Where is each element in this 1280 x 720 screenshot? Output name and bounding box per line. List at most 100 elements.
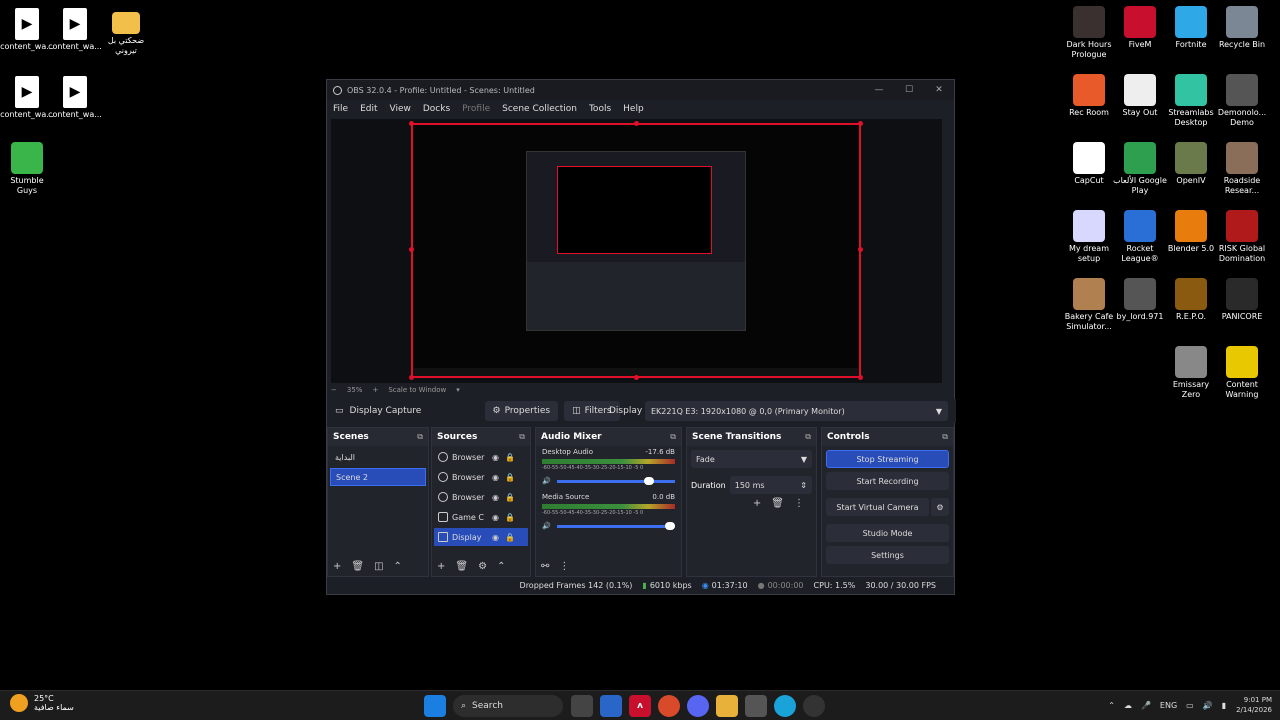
copilot-icon[interactable] <box>600 695 622 717</box>
desktop-icon[interactable]: FiveM <box>1113 6 1167 50</box>
trash-icon[interactable]: 🗑 <box>455 561 468 572</box>
up-icon[interactable]: ⌃ <box>497 561 505 572</box>
language-indicator[interactable]: ENG <box>1160 701 1177 710</box>
battery-icon[interactable]: ▮ <box>1222 701 1226 710</box>
more-icon[interactable]: ⋮ <box>794 498 804 509</box>
desktop-icon[interactable]: Dark Hours Prologue <box>1062 6 1116 60</box>
volume-slider[interactable] <box>556 476 675 485</box>
menu-tools[interactable]: Tools <box>589 104 611 114</box>
desktop-icon[interactable]: Recycle Bin <box>1215 6 1269 50</box>
desktop-icon[interactable]: Fortnite <box>1164 6 1218 50</box>
search-box[interactable]: ⌕ Search <box>453 695 563 717</box>
transition-select[interactable]: Fade ▼ <box>691 450 812 468</box>
source-item[interactable]: Browser ◉ 🔒 <box>434 468 528 486</box>
desktop-icon-content-1[interactable]: ▶ content_wa... <box>0 8 54 52</box>
studio-mode-button[interactable]: Studio Mode <box>826 524 949 542</box>
menu-profile[interactable]: Profile <box>462 104 490 114</box>
source-item[interactable]: Game C ◉ 🔒 <box>434 508 528 526</box>
eye-icon[interactable]: ◉ <box>492 493 499 502</box>
desktop-icon[interactable]: PANICORE <box>1215 278 1269 322</box>
resize-handle[interactable] <box>409 247 414 252</box>
desktop-icon[interactable]: Roadside Resear... <box>1215 142 1269 196</box>
lock-icon[interactable]: 🔒 <box>505 453 515 462</box>
speaker-icon[interactable]: 🔊 <box>542 522 551 530</box>
undock-icon[interactable]: ⧉ <box>670 432 676 442</box>
menu-help[interactable]: Help <box>623 104 644 114</box>
fivem-icon[interactable]: ᴧ <box>629 695 651 717</box>
desktop-icon[interactable]: Stay Out <box>1113 74 1167 118</box>
trash-icon[interactable]: 🗑 <box>771 498 784 509</box>
add-icon[interactable]: + <box>437 561 445 572</box>
resize-handle[interactable] <box>409 121 414 126</box>
trash-icon[interactable]: 🗑 <box>351 561 364 572</box>
volume-slider[interactable] <box>556 521 675 530</box>
lock-icon[interactable]: 🔒 <box>505 473 515 482</box>
desktop-icon[interactable]: الألعاب Google Play <box>1113 142 1167 196</box>
cloud-icon[interactable]: ☁ <box>1124 701 1132 710</box>
source-item-selected[interactable]: Display ◉ 🔒 <box>434 528 528 546</box>
duration-spinbox[interactable]: 150 ms ⇕ <box>729 476 812 494</box>
resize-handle[interactable] <box>858 121 863 126</box>
lock-icon[interactable]: 🔒 <box>505 513 515 522</box>
desktop-icon[interactable]: Rec Room <box>1062 74 1116 118</box>
chrome-icon[interactable] <box>658 695 680 717</box>
start-recording-button[interactable]: Start Recording <box>826 472 949 490</box>
menu-view[interactable]: View <box>390 104 411 114</box>
desktop-icon-content-3[interactable]: ▶ content_wa... <box>0 76 54 120</box>
link-icon[interactable]: ⚯ <box>541 561 549 572</box>
edge-icon[interactable] <box>774 695 796 717</box>
undock-icon[interactable]: ⧉ <box>417 432 423 442</box>
file-explorer-icon[interactable] <box>716 695 738 717</box>
preview-canvas[interactable] <box>331 119 942 383</box>
desktop-icon[interactable]: by_lord.971 <box>1113 278 1167 322</box>
desktop-icon[interactable]: Emissary Zero <box>1164 346 1218 400</box>
minimize-button[interactable]: — <box>864 80 894 100</box>
resize-handle[interactable] <box>409 375 414 380</box>
discord-icon[interactable] <box>687 695 709 717</box>
desktop-icon[interactable]: Content Warning <box>1215 346 1269 400</box>
desktop-icon[interactable]: Blender 5.0 <box>1164 210 1218 254</box>
desktop-icon-content-2[interactable]: ▶ content_wa... <box>48 8 102 52</box>
chevron-up-icon[interactable]: ⌃ <box>1108 701 1115 710</box>
speaker-icon[interactable]: 🔊 <box>542 477 551 485</box>
zoom-in-button[interactable]: + <box>372 386 378 394</box>
task-view-icon[interactable] <box>571 695 593 717</box>
store-icon[interactable] <box>745 695 767 717</box>
scene-item-selected[interactable]: Scene 2 <box>330 468 426 486</box>
lock-icon[interactable]: 🔒 <box>505 533 515 542</box>
desktop-icon[interactable]: RISK Global Domination <box>1215 210 1269 264</box>
desktop-icon[interactable]: OpenIV <box>1164 142 1218 186</box>
volume-knob[interactable] <box>643 476 654 485</box>
chevron-down-icon[interactable]: ▾ <box>456 386 460 394</box>
gear-icon[interactable]: ⚙ <box>931 498 949 516</box>
zoom-out-button[interactable]: − <box>331 386 337 394</box>
mic-icon[interactable]: 🎤 <box>1141 701 1151 710</box>
resize-handle[interactable] <box>634 121 639 126</box>
desktop-icon-content-4[interactable]: ▶ content_wa... <box>48 76 102 120</box>
obs-window[interactable]: OBS 32.0.4 - Profile: Untitled - Scenes:… <box>326 79 956 595</box>
weather-widget[interactable]: 25°C سماء صافية <box>10 694 74 712</box>
gear-icon[interactable]: ⚙ <box>478 561 487 572</box>
desktop-icon-stumble-guys[interactable]: Stumble Guys <box>0 142 54 196</box>
display-capture-preview[interactable] <box>409 121 863 380</box>
menu-docks[interactable]: Docks <box>423 104 450 114</box>
undock-icon[interactable]: ⧉ <box>805 432 811 442</box>
start-virtual-camera-button[interactable]: Start Virtual Camera <box>826 498 929 516</box>
desktop-icon[interactable]: My dream setup <box>1062 210 1116 264</box>
spin-icon[interactable]: ⇕ <box>800 481 807 490</box>
maximize-button[interactable]: ☐ <box>894 80 924 100</box>
scale-mode[interactable]: Scale to Window <box>388 386 446 394</box>
add-icon[interactable]: + <box>333 561 341 572</box>
windows-start-icon[interactable] <box>424 695 446 717</box>
desktop-icon[interactable]: Streamlabs Desktop <box>1164 74 1218 128</box>
menu-file[interactable]: File <box>333 104 348 114</box>
desktop-icon-folder[interactable]: ضحكتي بل تيروني <box>99 8 153 56</box>
desktop-icon[interactable]: CapCut <box>1062 142 1116 186</box>
close-button[interactable]: ✕ <box>924 80 954 100</box>
settings-button[interactable]: Settings <box>826 546 949 564</box>
eye-icon[interactable]: ◉ <box>492 453 499 462</box>
desktop-icon[interactable]: Demonolo... Demo <box>1215 74 1269 128</box>
resize-handle[interactable] <box>858 375 863 380</box>
clock[interactable]: 9:01 PM 2/14/2026 <box>1236 695 1272 715</box>
resize-handle[interactable] <box>858 247 863 252</box>
